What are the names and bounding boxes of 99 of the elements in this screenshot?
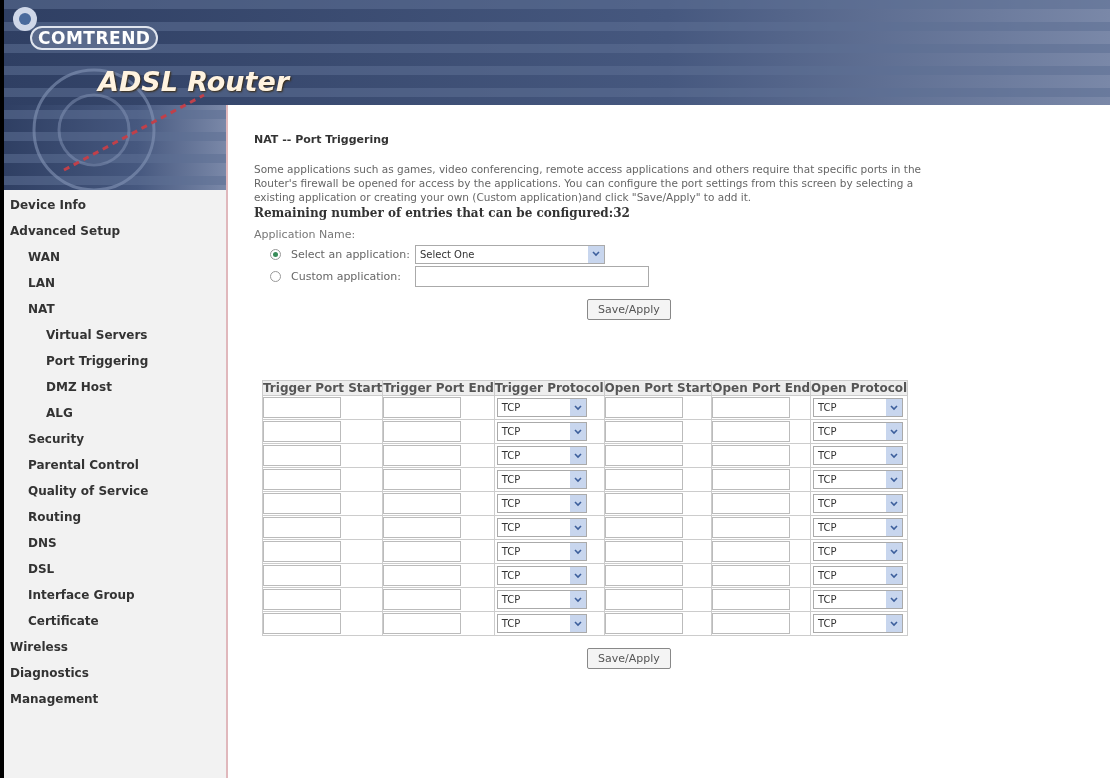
input-field[interactable] <box>383 445 462 466</box>
input-field[interactable] <box>712 517 791 538</box>
protocol-dropdown[interactable]: TCP <box>813 398 904 417</box>
input-field[interactable] <box>383 541 462 562</box>
option-label: Custom application: <box>291 269 403 283</box>
protocol-dropdown[interactable]: TCP <box>496 398 587 417</box>
nav-link[interactable]: Certificate <box>4 614 226 640</box>
input-field[interactable] <box>712 445 791 466</box>
nav-link[interactable]: Parental Control <box>4 458 226 484</box>
nav-link[interactable]: ALG <box>4 406 226 432</box>
nav-link[interactable]: Quality of Service <box>4 484 226 510</box>
input-field[interactable] <box>383 493 462 514</box>
input-field[interactable] <box>263 397 341 418</box>
nav-link[interactable]: Security <box>4 432 226 458</box>
protocol-dropdown[interactable]: TCP <box>813 494 904 513</box>
input-field[interactable] <box>263 421 341 442</box>
protocol-dropdown[interactable]: TCP <box>496 494 587 513</box>
input-field[interactable] <box>383 469 462 490</box>
input-field[interactable] <box>604 421 683 442</box>
nav-link[interactable]: Virtual Servers <box>4 328 226 354</box>
description: Some applications such as games, video conferencing, remote access applications and others require that specific ports in the Router's firewall be opened for access by the applications. You can configure the port settings from this screen by selecting a existing application or creating your own (Custom application)and click "Save/Apply" to add it. <box>254 162 923 204</box>
protocol-dropdown[interactable]: TCP <box>813 590 904 609</box>
protocol-dropdown[interactable]: TCP <box>496 542 587 561</box>
save-apply-button[interactable]: Save/Apply <box>587 648 671 669</box>
input-field[interactable] <box>712 469 791 490</box>
column-header: Open Port End <box>711 380 811 396</box>
nav-link[interactable]: Management <box>4 692 226 718</box>
input-field[interactable] <box>604 613 683 634</box>
nav-link[interactable]: DSL <box>4 562 226 588</box>
nav-link[interactable]: DMZ Host <box>4 380 226 406</box>
input-field[interactable] <box>383 421 462 442</box>
nav-link[interactable]: Device Info <box>4 198 226 224</box>
input-field[interactable] <box>604 541 683 562</box>
protocol-dropdown[interactable]: TCP <box>813 470 904 489</box>
input-field[interactable] <box>604 517 683 538</box>
nav-link[interactable]: Interface Group <box>4 588 226 614</box>
input-field[interactable] <box>604 589 683 610</box>
input-field[interactable] <box>712 541 791 562</box>
input-field[interactable] <box>383 397 462 418</box>
input-field[interactable] <box>712 397 791 418</box>
nav-link[interactable]: WAN <box>4 250 226 276</box>
column-header: Trigger Protocol <box>494 380 605 396</box>
protocol-dropdown[interactable]: TCP <box>496 422 587 441</box>
protocol-dropdown[interactable]: TCP <box>496 470 587 489</box>
input-field[interactable] <box>383 589 462 610</box>
option-label: Select an application: <box>291 247 412 261</box>
input-field[interactable] <box>604 445 683 466</box>
protocol-dropdown[interactable]: TCP <box>813 614 904 633</box>
nav-link[interactable]: Advanced Setup <box>4 224 226 250</box>
brand-logo: COMTREND <box>30 26 159 50</box>
nav-link[interactable]: Diagnostics <box>4 666 226 692</box>
protocol-dropdown[interactable]: TCP <box>496 566 587 585</box>
input-field[interactable] <box>383 613 462 634</box>
input-field[interactable] <box>712 421 791 442</box>
input-field[interactable] <box>263 445 341 466</box>
protocol-dropdown[interactable]: TCP <box>813 446 904 465</box>
field-label: Application Name: <box>254 228 357 241</box>
input-field[interactable] <box>263 517 341 538</box>
column-header: Trigger Port Start <box>262 380 383 396</box>
column-header: Open Protocol <box>810 380 908 396</box>
protocol-dropdown[interactable]: TCP <box>496 518 587 537</box>
input-field[interactable] <box>712 565 791 586</box>
nav-link[interactable]: NAT <box>4 302 226 328</box>
input-field[interactable] <box>415 265 649 287</box>
protocol-dropdown[interactable]: TCP <box>813 518 904 537</box>
nav-link[interactable]: DNS <box>4 536 226 562</box>
remaining-entries: Remaining number of entries that can be configured:32 <box>254 206 631 220</box>
input-field[interactable] <box>712 493 791 514</box>
protocol-dropdown[interactable]: TCP <box>813 566 904 585</box>
column-header: Open Port Start <box>604 380 712 396</box>
input-field[interactable] <box>604 493 683 514</box>
application-dropdown[interactable]: Select One <box>415 244 605 264</box>
page-title: NAT -- Port Triggering <box>254 133 390 146</box>
input-field[interactable] <box>383 517 462 538</box>
input-field[interactable] <box>604 469 683 490</box>
column-header: Trigger Port End <box>382 380 495 396</box>
input-field[interactable] <box>263 469 341 490</box>
save-apply-button[interactable]: Save/Apply <box>587 299 671 320</box>
protocol-dropdown[interactable]: TCP <box>496 614 587 633</box>
input-field[interactable] <box>263 541 341 562</box>
logo-icon <box>12 6 38 32</box>
protocol-dropdown[interactable]: TCP <box>496 590 587 609</box>
input-field[interactable] <box>263 613 341 634</box>
input-field[interactable] <box>604 565 683 586</box>
nav-link[interactable]: Wireless <box>4 640 226 666</box>
input-field[interactable] <box>712 613 791 634</box>
product-title: ADSL Router <box>98 66 290 97</box>
nav-link[interactable]: LAN <box>4 276 226 302</box>
protocol-dropdown[interactable]: TCP <box>813 542 904 561</box>
protocol-dropdown[interactable]: TCP <box>813 422 904 441</box>
nav-link[interactable]: Routing <box>4 510 226 536</box>
nav-link[interactable]: Port Triggering <box>4 354 226 380</box>
protocol-dropdown[interactable]: TCP <box>496 446 587 465</box>
input-field[interactable] <box>383 565 462 586</box>
input-field[interactable] <box>712 589 791 610</box>
input-field[interactable] <box>263 589 341 610</box>
input-field[interactable] <box>604 397 683 418</box>
input-field[interactable] <box>263 565 341 586</box>
input-field[interactable] <box>263 493 341 514</box>
